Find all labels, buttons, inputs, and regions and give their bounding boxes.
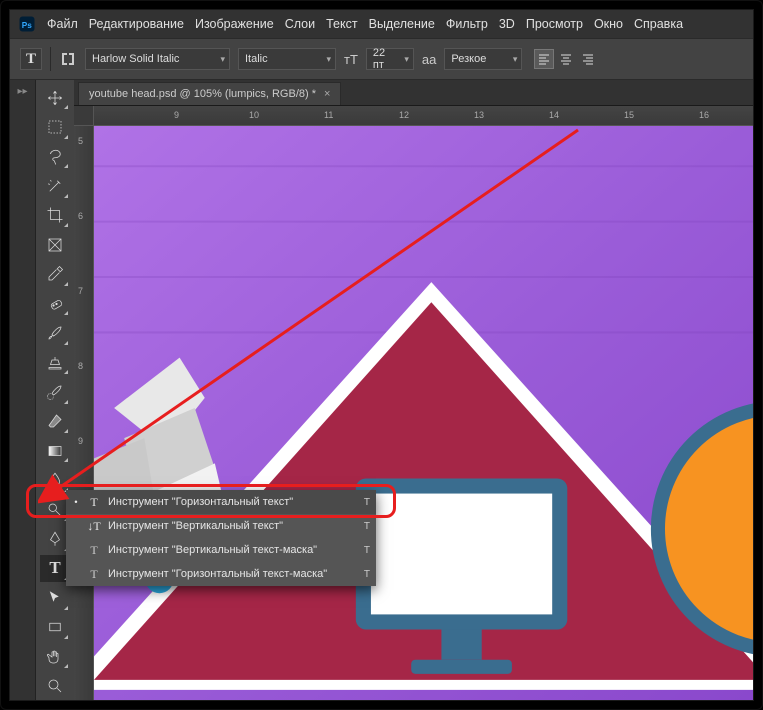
menu-select[interactable]: Выделение	[369, 17, 435, 31]
font-family-select[interactable]: Harlow Solid Italic	[85, 48, 230, 70]
menu-file[interactable]: Файл	[47, 17, 78, 31]
flyout-item-horizontal-type-mask[interactable]: T Инструмент "Горизонтальный текст-маска…	[66, 562, 376, 586]
app-logo: Ps	[18, 15, 36, 33]
menu-window[interactable]: Окно	[594, 17, 623, 31]
font-size-icon: тT	[344, 52, 358, 67]
menubar: Ps Файл Редактирование Изображение Слои …	[10, 10, 753, 38]
antialias-icon: aa	[422, 52, 436, 67]
svg-text:Ps: Ps	[22, 21, 33, 30]
canvas[interactable]	[94, 126, 753, 700]
close-icon[interactable]: ×	[324, 88, 330, 100]
text-align-group	[534, 49, 598, 69]
menu-help[interactable]: Справка	[634, 17, 683, 31]
tool-frame[interactable]	[40, 231, 70, 258]
ruler-horizontal[interactable]: 9 10 11 12 13 14 15 16	[94, 106, 753, 126]
flyout-item-horizontal-type[interactable]: • T Инструмент "Горизонтальный текст" T	[66, 490, 376, 514]
tool-move[interactable]	[40, 84, 70, 111]
menu-3d[interactable]: 3D	[499, 17, 515, 31]
align-right-button[interactable]	[578, 49, 598, 69]
tool-path-select[interactable]	[40, 584, 70, 611]
ruler-vertical[interactable]: 5 6 7 8 9 10	[74, 126, 94, 700]
flyout-item-vertical-type[interactable]: ↓T Инструмент "Вертикальный текст" T	[66, 514, 376, 538]
menu-layers[interactable]: Слои	[285, 17, 315, 31]
left-gutter: ▸▸	[10, 80, 36, 700]
options-bar: T Harlow Solid Italic Italic тT 22 пт aa…	[10, 38, 753, 80]
tool-marquee[interactable]	[40, 113, 70, 140]
tool-rectangle[interactable]	[40, 614, 70, 641]
orientation-toggle-icon[interactable]	[59, 50, 77, 68]
tool-brush[interactable]	[40, 319, 70, 346]
font-size-select[interactable]: 22 пт	[366, 48, 414, 70]
menu-edit[interactable]: Редактирование	[89, 17, 184, 31]
antialias-select[interactable]: Резкое	[444, 48, 522, 70]
tool-lasso[interactable]	[40, 143, 70, 170]
toolbar: T	[36, 80, 74, 700]
menu-text[interactable]: Текст	[326, 17, 357, 31]
tool-clone-stamp[interactable]	[40, 349, 70, 376]
divider	[50, 47, 51, 71]
tool-eyedropper[interactable]	[40, 261, 70, 288]
menu-filter[interactable]: Фильтр	[446, 17, 488, 31]
tool-zoom[interactable]	[40, 672, 70, 699]
document-area: youtube head.psd @ 105% (lumpics, RGB/8)…	[74, 80, 753, 700]
font-style-select[interactable]: Italic	[238, 48, 336, 70]
document-tabbar: youtube head.psd @ 105% (lumpics, RGB/8)…	[74, 80, 753, 106]
type-icon: T	[86, 495, 102, 510]
tool-magic-wand[interactable]	[40, 172, 70, 199]
document-tab-title: youtube head.psd @ 105% (lumpics, RGB/8)…	[89, 88, 316, 100]
tool-history-brush[interactable]	[40, 378, 70, 405]
tool-gradient[interactable]	[40, 437, 70, 464]
type-mask-icon: T	[86, 543, 102, 558]
tool-eraser[interactable]	[40, 408, 70, 435]
flyout-item-vertical-type-mask[interactable]: T Инструмент "Вертикальный текст-маска" …	[66, 538, 376, 562]
align-left-button[interactable]	[534, 49, 554, 69]
tool-crop[interactable]	[40, 202, 70, 229]
ruler-corner	[74, 106, 94, 126]
type-icon: ↓T	[86, 519, 102, 534]
current-tool-icon[interactable]: T	[20, 48, 42, 70]
type-tool-flyout: • T Инструмент "Горизонтальный текст" T …	[66, 490, 376, 586]
tool-hand[interactable]	[40, 643, 70, 670]
expand-panels-icon[interactable]: ▸▸	[10, 84, 35, 99]
document-tab[interactable]: youtube head.psd @ 105% (lumpics, RGB/8)…	[78, 82, 341, 105]
type-mask-icon: T	[86, 567, 102, 582]
align-center-button[interactable]	[556, 49, 576, 69]
tool-heal[interactable]	[40, 290, 70, 317]
menu-view[interactable]: Просмотр	[526, 17, 583, 31]
artwork	[94, 126, 753, 700]
menu-image[interactable]: Изображение	[195, 17, 274, 31]
